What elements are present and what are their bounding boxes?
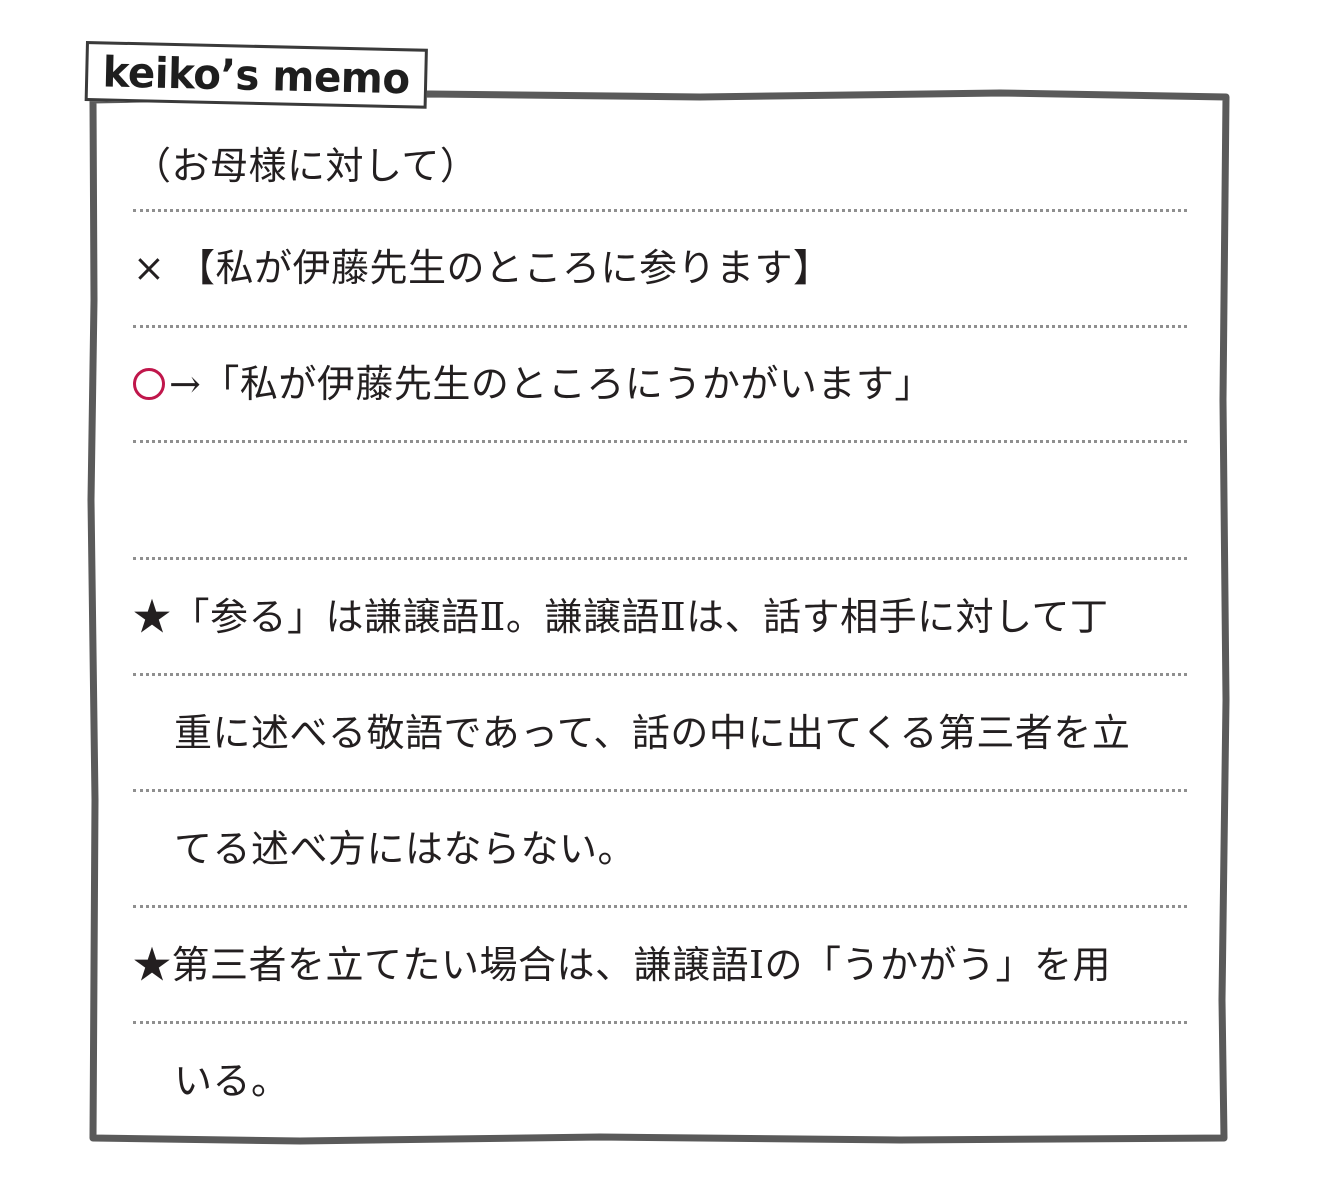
note2-text-2: いる。 <box>174 1059 290 1103</box>
note1-text-2: 重に述べる敬語であって、話の中に出てくる第三者を立 <box>174 711 1131 755</box>
arrow-icon: → <box>169 362 202 406</box>
wrong-example-line: × 【私が伊藤先生のところに参ります】 <box>133 238 832 298</box>
star-icon: ★ <box>133 595 172 639</box>
circle-mark-icon <box>133 368 165 400</box>
ruled-line <box>133 209 1187 212</box>
ruled-line <box>133 1021 1187 1024</box>
ruled-line <box>133 557 1187 560</box>
context-text: （お母様に対して） <box>133 144 479 188</box>
note1-text-3: てる述べ方にはならない。 <box>174 827 637 871</box>
ruled-line <box>133 789 1187 792</box>
ruled-line <box>133 325 1187 328</box>
cross-mark-icon: × <box>133 246 166 290</box>
note1-line3: てる述べ方にはならない。 <box>174 819 636 879</box>
ruled-line <box>133 673 1187 676</box>
memo-title-tag: keiko’s memo <box>84 41 428 109</box>
context-line: （お母様に対して） <box>133 136 478 196</box>
star-icon: ★ <box>133 943 172 987</box>
correct-example-line: →「私が伊藤先生のところにうかがいます」 <box>133 354 933 414</box>
note2-line2: いる。 <box>174 1051 290 1111</box>
wrong-example-text: 【私が伊藤先生のところに参ります】 <box>177 246 832 290</box>
note1-text-1: 「参る」は謙譲語Ⅱ。謙譲語Ⅱは、話す相手に対して丁 <box>171 595 1109 639</box>
correct-example-text: 「私が伊藤先生のところにうかがいます」 <box>201 362 933 406</box>
note1-line1: ★「参る」は謙譲語Ⅱ。謙譲語Ⅱは、話す相手に対して丁 <box>133 587 1109 647</box>
note1-line2: 重に述べる敬語であって、話の中に出てくる第三者を立 <box>174 703 1130 763</box>
note2-line1: ★第三者を立てたい場合は、謙譲語Ⅰの「うかがう」を用 <box>133 935 1111 995</box>
ruled-line <box>133 905 1187 908</box>
ruled-line <box>133 440 1187 443</box>
memo-title: keiko’s memo <box>102 46 411 103</box>
note2-text-1: 第三者を立てたい場合は、謙譲語Ⅰの「うかがう」を用 <box>171 943 1112 987</box>
